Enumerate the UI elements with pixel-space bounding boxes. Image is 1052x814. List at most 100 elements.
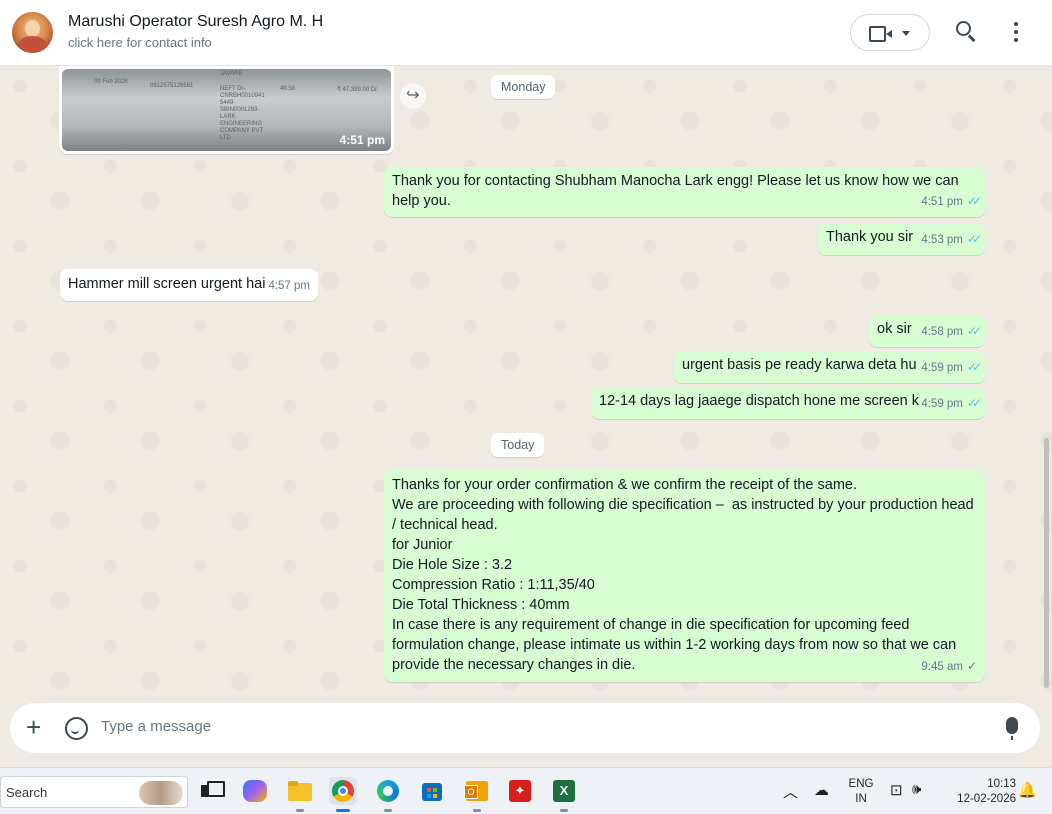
message-meta: 4:51 pm ✓✓	[921, 191, 982, 212]
kebab-dot-icon	[1014, 22, 1018, 26]
message-time: 4:51 pm	[339, 133, 385, 147]
video-call-button[interactable]	[850, 14, 930, 51]
message-text: Thanks for your order confirmation & we …	[392, 477, 974, 673]
copilot-icon[interactable]	[241, 777, 269, 805]
menu-button[interactable]	[1004, 20, 1028, 46]
file-explorer-icon[interactable]	[286, 777, 314, 812]
search-icon-handle	[968, 34, 976, 42]
message-text: Thank you for contacting Shubham Manocha…	[392, 173, 959, 209]
taskbar-search[interactable]: Search	[0, 776, 188, 808]
message-meta: 4:57 pm	[268, 276, 310, 296]
message-outgoing[interactable]: Thank you sir 4:53 pm ✓✓	[818, 223, 985, 255]
kebab-dot-icon	[1014, 30, 1018, 34]
doc-line: 5449-	[220, 100, 236, 106]
date-divider: Today	[491, 433, 545, 457]
message-time: 4:53 pm	[921, 234, 963, 246]
message-meta: 4:53 pm ✓✓	[921, 229, 982, 250]
double-check-icon: ✓✓	[966, 324, 982, 338]
message-incoming[interactable]: Hammer mill screen urgent hai 4:57 pm	[60, 269, 318, 301]
kebab-dot-icon	[1014, 38, 1018, 42]
contact-info-link[interactable]: click here for contact info	[68, 35, 212, 50]
search-button[interactable]	[954, 19, 980, 45]
language-code: ENG	[848, 778, 874, 790]
onedrive-offline-icon[interactable]: ☁	[814, 781, 829, 799]
double-check-icon: ✓✓	[966, 232, 982, 246]
message-meta: 4:58 pm ✓✓	[921, 321, 982, 342]
task-view-icon[interactable]	[197, 777, 225, 805]
doc-line: ₹ 47,399.00 Dr	[337, 87, 378, 93]
chevron-down-icon	[902, 31, 910, 36]
doc-line: 09 Feb 2026	[94, 79, 128, 85]
doc-line: NEFT Dr-	[220, 86, 246, 92]
message-outgoing[interactable]: Thanks for your order confirmation & we …	[384, 469, 985, 682]
chat-area[interactable]: 09 Feb 2026 0912575126561 JAVARE NEFT Dr…	[0, 66, 1052, 702]
windows-taskbar: Search O ✦ X ︿ ☁ ENG IN ⊡ 🕪 10:13 12-02-…	[0, 767, 1052, 814]
contact-avatar[interactable]	[12, 12, 53, 53]
message-outgoing[interactable]: urgent basis pe ready karwa deta hu 4:59…	[674, 351, 985, 383]
message-time: 4:59 pm	[921, 362, 963, 374]
acrobat-icon[interactable]: ✦	[506, 777, 534, 805]
search-highlight-image	[139, 781, 183, 805]
volume-icon[interactable]: 🕪	[912, 781, 921, 798]
doc-line: LTD	[220, 135, 231, 141]
message-time: 4:58 pm	[921, 326, 963, 338]
doc-line: 0912575126561	[150, 83, 194, 89]
video-camera-icon	[869, 26, 892, 42]
double-check-icon: ✓✓	[966, 360, 982, 374]
message-meta: 4:59 pm ✓✓	[919, 393, 982, 414]
contact-name[interactable]: Marushi Operator Suresh Agro M. H	[68, 13, 323, 31]
chat-scrollbar[interactable]	[1043, 66, 1050, 702]
message-input[interactable]: Type a message	[101, 718, 211, 735]
clock[interactable]: 10:13 12-02-2026	[944, 777, 1016, 807]
running-indicator	[473, 809, 481, 812]
message-meta: 4:59 pm ✓✓	[921, 357, 982, 378]
edge-icon[interactable]	[374, 777, 402, 812]
message-time: 4:59 pm	[921, 398, 963, 410]
forward-icon[interactable]: ↪	[400, 83, 426, 109]
message-time: 4:57 pm	[268, 280, 310, 292]
doc-line: JAVARE	[220, 71, 243, 77]
avatar-body	[18, 36, 47, 53]
attach-plus-icon[interactable]: +	[26, 714, 41, 740]
date-divider: Monday	[491, 75, 556, 99]
region-code: IN	[855, 793, 867, 805]
message-time: 4:51 pm	[921, 196, 963, 208]
doc-line: CNRBH0010941	[220, 93, 265, 99]
scrollbar-thumb[interactable]	[1044, 438, 1049, 688]
message-meta: 9:45 am ✓	[921, 656, 977, 677]
running-indicator	[296, 809, 304, 812]
double-check-icon: ✓✓	[966, 194, 982, 208]
excel-icon[interactable]: X	[550, 777, 578, 812]
message-outgoing[interactable]: ok sir 4:58 pm ✓✓	[869, 315, 985, 347]
outlook-icon[interactable]: O	[463, 777, 491, 812]
language-indicator[interactable]: ENG IN	[843, 777, 879, 807]
message-outgoing[interactable]: 12-14 days lag jaaege dispatch hone me s…	[591, 387, 985, 419]
doc-line: COMPANY PVT	[220, 128, 264, 134]
message-time: 9:45 am	[921, 661, 963, 673]
taskbar-search-label: Search	[6, 785, 48, 800]
clock-date: 12-02-2026	[957, 793, 1016, 805]
notification-bell-icon[interactable]: 🔔	[1018, 781, 1037, 799]
microphone-icon[interactable]	[1006, 717, 1018, 740]
avatar-face	[25, 20, 40, 37]
running-indicator	[560, 809, 568, 812]
message-composer: + Type a message	[10, 703, 1040, 753]
doc-line: 49.58	[280, 86, 296, 92]
network-icon[interactable]: ⊡	[890, 781, 903, 799]
chat-header: Marushi Operator Suresh Agro M. H click …	[0, 0, 1052, 66]
microsoft-store-icon[interactable]	[418, 777, 446, 805]
image-thumbnail[interactable]: 09 Feb 2026 0912575126561 JAVARE NEFT Dr…	[62, 69, 391, 151]
chrome-icon[interactable]	[329, 777, 357, 812]
running-indicator	[384, 809, 392, 812]
clock-time: 10:13	[987, 778, 1016, 790]
check-icon: ✓	[966, 659, 977, 673]
doc-line: ENGINEERING	[220, 121, 263, 127]
image-message[interactable]: 09 Feb 2026 0912575126561 JAVARE NEFT Dr…	[59, 66, 394, 154]
sticker-icon[interactable]	[65, 717, 88, 740]
active-indicator	[336, 809, 350, 812]
double-check-icon: ✓✓	[966, 396, 982, 410]
chevron-up-icon[interactable]: ︿	[783, 781, 798, 802]
doc-line: LARK	[220, 114, 236, 120]
message-outgoing[interactable]: Thank you for contacting Shubham Manocha…	[384, 167, 985, 217]
doc-line: SBIN0001293-	[220, 107, 260, 113]
